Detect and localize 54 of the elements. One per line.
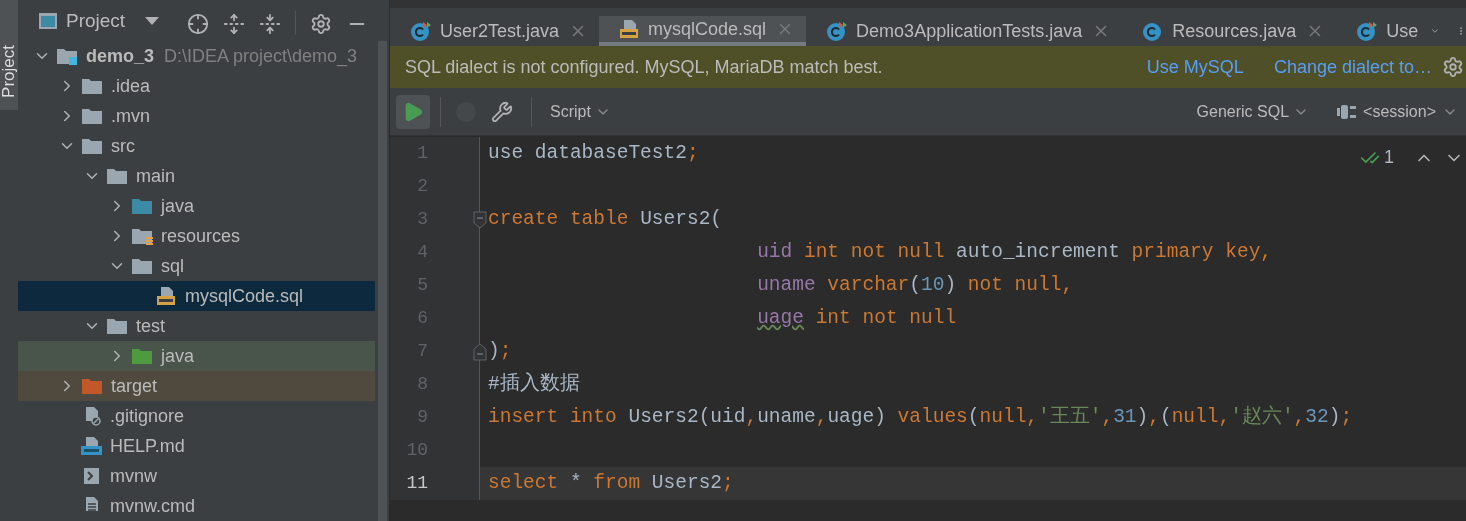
tree-row[interactable]: sql bbox=[18, 251, 375, 281]
dialect-dropdown[interactable]: Generic SQL bbox=[1196, 99, 1310, 124]
tree-item-label: main bbox=[136, 164, 175, 188]
tree-item-label: src bbox=[111, 134, 135, 158]
project-tool-tab[interactable]: Project bbox=[0, 0, 18, 110]
code-line: insert into Users2(uid,uname,uage) values(null,'王五',31),(null,'赵六',32); bbox=[488, 404, 1353, 430]
code-line: create table Users2( bbox=[488, 206, 723, 232]
tree-item-label: mvnw.cmd bbox=[110, 494, 196, 518]
tree-item-label: target bbox=[111, 374, 158, 398]
tree-row[interactable]: demo_3 D:\IDEA project\demo_3 bbox=[18, 41, 375, 71]
tree-item-label: HELP.md bbox=[110, 434, 185, 458]
tree-row[interactable]: .mvn bbox=[18, 101, 375, 131]
tree-item-label: demo_3 bbox=[86, 44, 155, 68]
session-dropdown[interactable]: <session> bbox=[1337, 99, 1458, 124]
tree-item-label: test bbox=[136, 314, 165, 338]
code-line: uid int not null auto_increment primary key, bbox=[756, 239, 1273, 265]
tree-row[interactable]: test bbox=[18, 311, 375, 341]
tree-item-label: mysqlCode.sql bbox=[185, 284, 304, 308]
notification-link[interactable]: Use MySQL bbox=[1146, 53, 1244, 81]
tree-row[interactable]: mvnw bbox=[18, 461, 375, 491]
tree-item-path: D:\IDEA project\demo_3 bbox=[164, 44, 358, 69]
tree-row[interactable]: java bbox=[18, 341, 375, 371]
code-line: #插入数据 bbox=[488, 371, 580, 397]
code-line: ); bbox=[488, 338, 512, 364]
tree-item-label: .gitignore bbox=[110, 404, 185, 428]
code-line: uname varchar(10) not null, bbox=[756, 272, 1074, 298]
code-line: select * from Users2; bbox=[488, 470, 734, 496]
tool-window-label: Project bbox=[0, 45, 18, 98]
tree-row[interactable]: .idea bbox=[18, 71, 375, 101]
tree-item-label: .mvn bbox=[111, 104, 150, 128]
line-number: 11 bbox=[405, 472, 428, 495]
code-line: use databaseTest2; bbox=[488, 140, 699, 166]
project-view-dropdown[interactable]: Project bbox=[38, 6, 160, 35]
tree-item-label: mvnw bbox=[110, 464, 157, 488]
tree-item-label: java bbox=[161, 344, 195, 368]
tree-row[interactable]: resources bbox=[18, 221, 375, 251]
editor-tab[interactable]: mysqlCode.sql bbox=[599, 16, 807, 46]
tree-row[interactable]: mvnw.cmd bbox=[18, 491, 375, 521]
tree-row[interactable]: src bbox=[18, 131, 375, 161]
tree-item-label: java bbox=[161, 194, 195, 218]
tree-item-label: sql bbox=[161, 254, 184, 278]
tree-row[interactable]: java bbox=[18, 191, 375, 221]
tree-row[interactable]: HELP.md bbox=[18, 431, 375, 461]
inspection-count: 1 bbox=[1384, 146, 1394, 169]
script-dropdown[interactable]: Script bbox=[550, 99, 611, 124]
tree-row[interactable]: target bbox=[18, 371, 375, 401]
notification-link[interactable]: Change dialect to… bbox=[1273, 53, 1432, 81]
tree-row[interactable]: mysqlCode.sql bbox=[18, 281, 375, 311]
tree-item-label: .idea bbox=[111, 74, 151, 98]
notification-text: SQL dialect is not configured. MySQL, MariaDB match best. bbox=[405, 55, 883, 79]
tree-row[interactable]: .gitignore bbox=[18, 401, 375, 431]
tree-row[interactable]: main bbox=[18, 161, 375, 191]
code-line: uage int not null bbox=[756, 305, 957, 331]
tree-item-label: resources bbox=[161, 224, 241, 248]
